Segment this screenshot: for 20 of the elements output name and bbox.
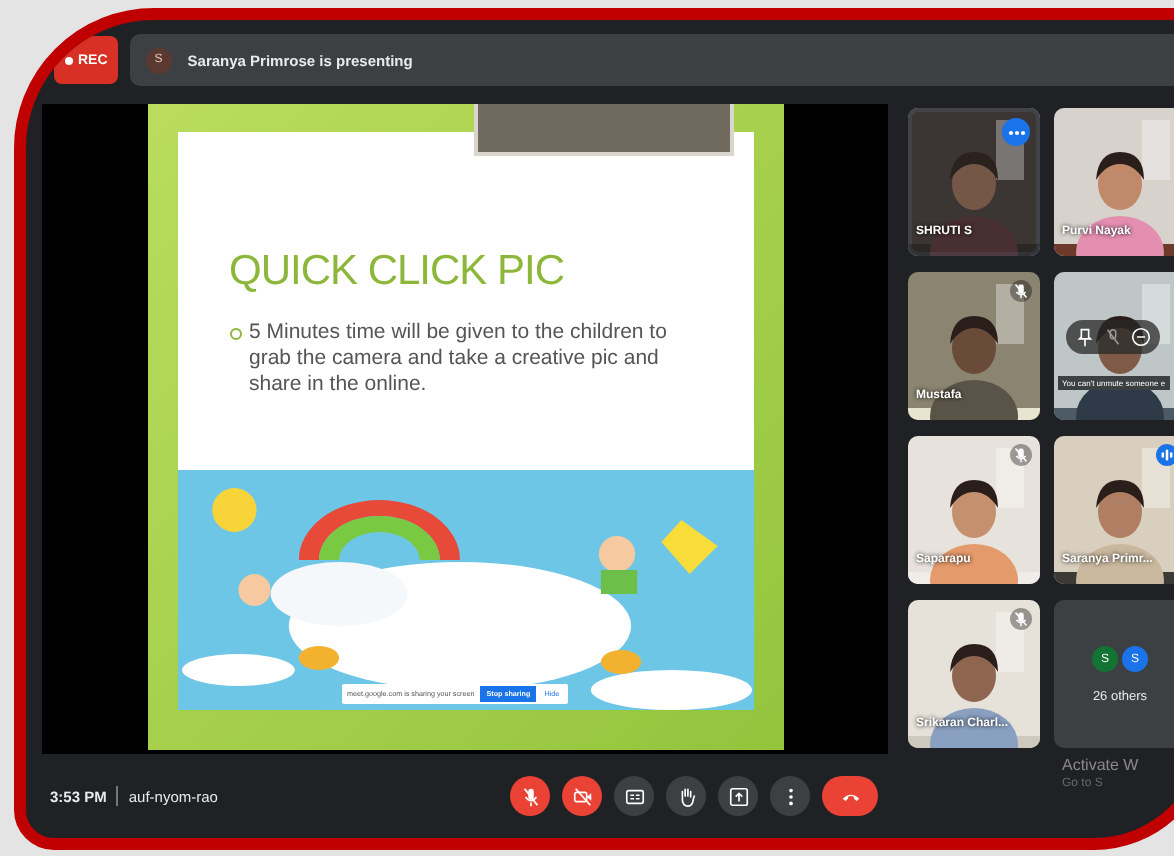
remove-icon[interactable]	[1130, 326, 1152, 348]
more-icon	[1007, 129, 1025, 135]
slide-bullet: 5 Minutes time will be given to the children to grab the camera and take a creative pic and share in the online.	[249, 320, 669, 398]
microphone-button[interactable]	[510, 776, 550, 816]
present-icon	[727, 785, 749, 807]
camera-off-icon	[571, 785, 593, 807]
more-options-button[interactable]	[770, 776, 810, 816]
slide-title: QUICK CLICK PIC	[229, 248, 567, 296]
captions-button[interactable]	[614, 776, 654, 816]
pin-icon[interactable]	[1074, 326, 1096, 348]
raise-hand-button[interactable]	[666, 776, 706, 816]
activation-notice-title: Activate W	[1062, 756, 1139, 774]
muted-mic-icon	[519, 785, 541, 807]
camera-button[interactable]	[562, 776, 602, 816]
captions-icon	[623, 785, 645, 807]
bullet-icon	[229, 328, 241, 340]
present-button[interactable]	[718, 776, 758, 816]
leave-call-button[interactable]	[822, 776, 878, 816]
record-icon	[64, 55, 74, 65]
muted-mic-icon[interactable]	[1102, 326, 1124, 348]
